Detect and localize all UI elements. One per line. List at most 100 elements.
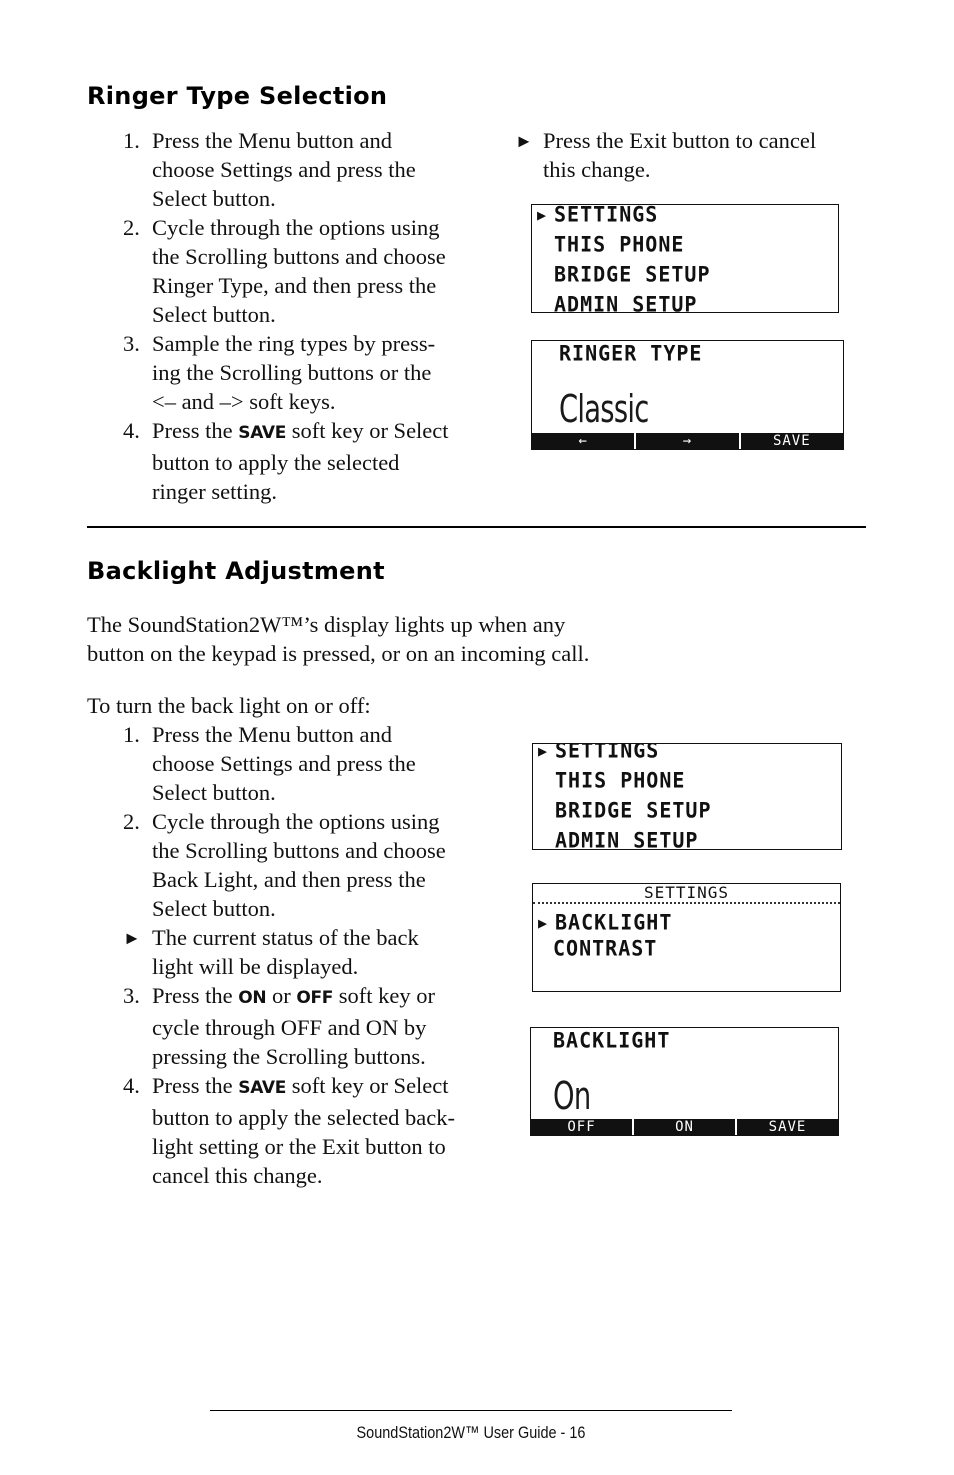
text: or [266, 983, 297, 1008]
softkey-name-save: SAVE [238, 1078, 287, 1098]
softkey-on[interactable]: ON [632, 1119, 735, 1135]
step-number: 4. [123, 418, 140, 443]
ringer-type-value: Classic [559, 387, 649, 431]
step-text: Press the ON or OFF soft key or [152, 981, 502, 1013]
bullet-arrow-icon: ► [123, 928, 141, 948]
step-text: Press the Menu button and [152, 128, 392, 153]
menu-item-this-phone: THIS PHONE [554, 231, 685, 257]
menu-item-settings: SETTINGS [555, 743, 660, 763]
section-divider [87, 526, 866, 528]
softkey-right-arrow[interactable]: → [634, 433, 738, 449]
menu-item-bridge-setup: BRIDGE SETUP [554, 261, 711, 287]
step-text: Cycle through the options using [152, 809, 440, 834]
softkey-left-arrow[interactable]: ← [532, 433, 634, 449]
step-text: Back Light, and then press the [152, 867, 426, 892]
text: soft key or [333, 983, 435, 1008]
lcd-screen-main-menu: ▶ SETTINGS THIS PHONE BRIDGE SETUP ADMIN… [531, 204, 839, 313]
list-item: 2. Cycle through the options using the S… [123, 213, 492, 329]
step-number: 1. [123, 128, 140, 153]
step-text: The current status of the back [152, 925, 419, 950]
list-item: 4. Press the SAVE soft key or Select but… [123, 416, 492, 506]
note-text: Press the Exit button to cancel [543, 128, 817, 153]
section-heading-ringer-type: Ringer Type Selection [87, 82, 388, 110]
intro-text: The SoundStation2W™’s display lights up … [87, 612, 566, 637]
backlight-steps: 1. Press the Menu button and choose Sett… [123, 720, 502, 1190]
menu-item-settings: SETTINGS [554, 204, 659, 227]
step-text: Select button. [152, 780, 276, 805]
step-text: Select button. [152, 302, 276, 327]
text: Press the [152, 418, 239, 443]
lcd-screen-ringer-type: RINGER TYPE Classic ← → SAVE [531, 340, 844, 450]
list-item: 2. Cycle through the options using the S… [123, 807, 502, 923]
lcd-screen-settings: SETTINGS ▶ BACKLIGHT CONTRAST [532, 883, 841, 992]
step-text: light will be displayed. [152, 954, 359, 979]
list-item: 4. Press the SAVE soft key or Select but… [123, 1071, 502, 1190]
step-text: <– and –> soft keys. [152, 389, 336, 414]
screen-title: RINGER TYPE [559, 340, 703, 366]
list-item: 3. Press the ON or OFF soft key or cycle… [123, 981, 502, 1071]
softkey-save[interactable]: SAVE [738, 433, 843, 449]
list-item: 1. Press the Menu button and choose Sett… [123, 720, 502, 807]
step-text: choose Settings and press the [152, 751, 416, 776]
softkey-name-off: OFF [296, 988, 334, 1008]
exit-note: ► Press the Exit button to cancel this c… [515, 126, 863, 184]
bullet-arrow-icon: ► [515, 131, 533, 151]
text: Press the [152, 1073, 239, 1098]
step-text: cycle through OFF and ON by [152, 1015, 427, 1040]
intro-text: button on the keypad is pressed, or on a… [87, 641, 590, 666]
step-text: button to apply the selected [152, 450, 400, 475]
menu-item-backlight: BACKLIGHT [555, 909, 673, 935]
selector-arrow-icon: ▶ [538, 743, 548, 760]
text: soft key or Select [286, 418, 449, 443]
menu-item-admin-setup: ADMIN SETUP [554, 291, 698, 313]
step-number: 4. [123, 1073, 140, 1098]
section-heading-backlight: Backlight Adjustment [87, 557, 385, 585]
step-text: the Scrolling buttons and choose [152, 838, 446, 863]
page-footer: SoundStation2W™ User Guide - 16 [356, 1423, 586, 1442]
softkey-save[interactable]: SAVE [735, 1119, 838, 1135]
softkey-bar: OFF ON SAVE [531, 1119, 838, 1135]
step-number: 2. [123, 215, 140, 240]
step-number: 3. [123, 331, 140, 356]
step-text: Select button. [152, 186, 276, 211]
step-number: 2. [123, 809, 140, 834]
step-text: pressing the Scrolling buttons. [152, 1044, 426, 1069]
text: Press the [152, 983, 239, 1008]
text: soft key or Select [286, 1073, 449, 1098]
softkey-bar: ← → SAVE [532, 433, 843, 449]
note-text: this change. [543, 157, 651, 182]
step-number: 1. [123, 722, 140, 747]
softkey-off[interactable]: OFF [531, 1119, 632, 1135]
step-number: 3. [123, 983, 140, 1008]
step-text: ing the Scrolling buttons or the [152, 360, 432, 385]
step-text: the Scrolling buttons and choose [152, 244, 446, 269]
screen-title: SETTINGS [643, 883, 730, 902]
step-text: Cycle through the options using [152, 215, 440, 240]
step-text: Press the SAVE soft key or Select [152, 1071, 502, 1103]
softkey-name-on: ON [238, 988, 267, 1008]
backlight-intro: The SoundStation2W™’s display lights up … [87, 610, 687, 668]
menu-item-bridge-setup: BRIDGE SETUP [555, 797, 712, 823]
step-text: ringer setting. [152, 479, 277, 504]
selector-arrow-icon: ▶ [538, 914, 548, 932]
list-item: ► The current status of the back light w… [123, 923, 502, 981]
menu-item-this-phone: THIS PHONE [555, 767, 686, 793]
list-item: 1. Press the Menu button and choose Sett… [123, 126, 492, 213]
step-text: cancel this change. [152, 1163, 323, 1188]
footer-rule [210, 1410, 732, 1411]
menu-item-contrast: CONTRAST [553, 935, 658, 961]
step-text: light setting or the Exit button to [152, 1134, 446, 1159]
backlight-lead: To turn the back light on or off: [87, 693, 371, 718]
lcd-screen-main-menu: ▶ SETTINGS THIS PHONE BRIDGE SETUP ADMIN… [532, 743, 842, 850]
ringer-steps: 1. Press the Menu button and choose Sett… [123, 126, 492, 506]
step-text: Select button. [152, 896, 276, 921]
step-text: choose Settings and press the [152, 157, 416, 182]
step-text: Sample the ring types by press- [152, 331, 436, 356]
step-text: Press the Menu button and [152, 722, 392, 747]
menu-item-admin-setup: ADMIN SETUP [555, 827, 699, 850]
step-text: button to apply the selected back- [152, 1105, 456, 1130]
softkey-name-save: SAVE [238, 423, 287, 443]
step-text: Ringer Type, and then press the [152, 273, 437, 298]
backlight-value: On [553, 1074, 591, 1118]
screen-title: BACKLIGHT [553, 1027, 671, 1053]
